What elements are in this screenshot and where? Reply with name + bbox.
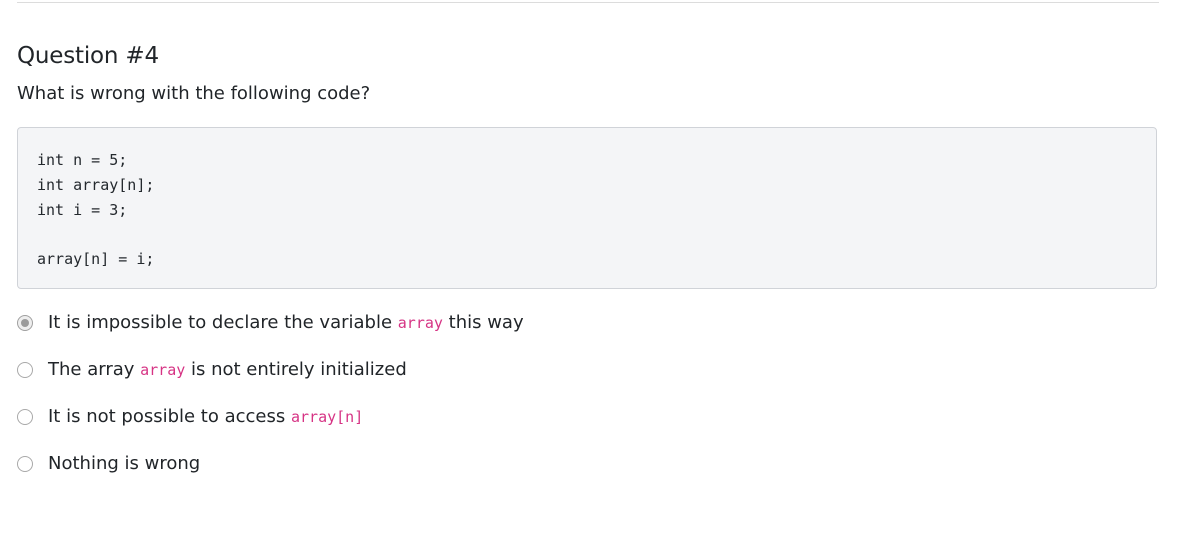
code-line: array[n] = i; [37, 250, 155, 268]
option-text: is not entirely initialized [185, 359, 407, 380]
option-text: The array [48, 359, 141, 380]
radio-button[interactable] [17, 409, 33, 425]
option-text: It is impossible to declare the variable [48, 312, 398, 333]
question-prompt: What is wrong with the following code? [17, 83, 371, 104]
answer-option-2[interactable]: The array array is not entirely initiali… [17, 354, 1157, 401]
option-text: Nothing is wrong [48, 453, 201, 474]
question-title: Question #4 [17, 43, 159, 69]
option-text: It is not possible to access [48, 406, 291, 427]
answer-option-3[interactable]: It is not possible to access array[n] [17, 401, 1157, 448]
answer-option-label[interactable]: The array array is not entirely initiali… [48, 354, 407, 386]
inline-code: array [140, 361, 186, 379]
answer-options: It is impossible to declare the variable… [17, 307, 1157, 495]
top-divider [17, 2, 1159, 3]
code-line: int n = 5; [37, 151, 128, 169]
answer-option-label[interactable]: It is not possible to access array[n] [48, 401, 363, 433]
radio-button-selected[interactable] [17, 315, 33, 331]
inline-code: array [397, 314, 443, 332]
radio-button[interactable] [17, 456, 33, 472]
code-line: int i = 3; [37, 201, 128, 219]
answer-option-label[interactable]: Nothing is wrong [48, 448, 200, 480]
code-line: int array[n]; [37, 176, 155, 194]
radio-button[interactable] [17, 362, 33, 378]
answer-option-label[interactable]: It is impossible to declare the variable… [48, 307, 524, 339]
inline-code: array[n] [290, 408, 364, 426]
option-text: this way [442, 312, 524, 333]
code-block: int n = 5; int array[n]; int i = 3; arra… [17, 127, 1157, 289]
answer-option-4[interactable]: Nothing is wrong [17, 448, 1157, 495]
answer-option-1[interactable]: It is impossible to declare the variable… [17, 307, 1157, 354]
